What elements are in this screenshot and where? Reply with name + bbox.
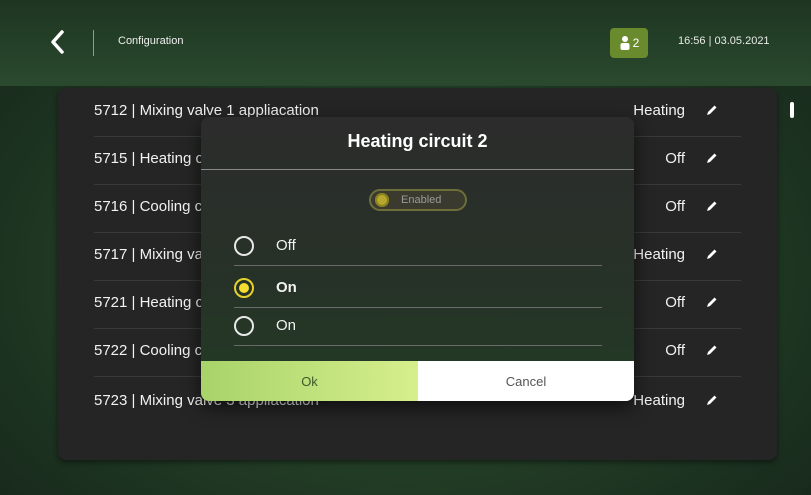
- edit-pencil-icon[interactable]: [705, 103, 719, 117]
- dialog-divider: [201, 169, 634, 170]
- list-item-value: Heating: [633, 392, 685, 409]
- edit-pencil-icon[interactable]: [705, 393, 719, 407]
- option-label: On: [276, 279, 297, 296]
- list-item-value: Off: [665, 342, 685, 359]
- page-title: Configuration: [118, 35, 184, 47]
- radio-button[interactable]: [234, 236, 254, 256]
- list-item-value: Off: [665, 198, 685, 215]
- edit-pencil-icon[interactable]: [705, 199, 719, 213]
- enabled-indicator-icon: [375, 193, 389, 207]
- radio-button-selected[interactable]: [234, 278, 254, 298]
- datetime-display: 16:56 | 03.05.2021: [678, 35, 770, 47]
- scrollbar-thumb[interactable]: [790, 102, 794, 118]
- option-on-selected[interactable]: On: [234, 271, 602, 308]
- user-icon: [620, 36, 630, 50]
- option-off[interactable]: Off: [234, 229, 602, 266]
- back-button[interactable]: [40, 24, 76, 60]
- back-arrow-icon: [51, 30, 64, 54]
- user-count: 2: [632, 36, 640, 50]
- heating-circuit-dialog: Heating circuit 2 Enabled Off On On Ok C…: [201, 117, 634, 401]
- enabled-label: Enabled: [401, 194, 442, 206]
- radio-button[interactable]: [234, 316, 254, 336]
- edit-pencil-icon[interactable]: [705, 343, 719, 357]
- cancel-button[interactable]: Cancel: [418, 361, 634, 401]
- option-on[interactable]: On: [234, 309, 602, 346]
- list-item-value: Heating: [633, 102, 685, 119]
- enabled-toggle[interactable]: Enabled: [369, 189, 467, 211]
- list-item-value: Heating: [633, 246, 685, 263]
- option-label: On: [276, 317, 297, 334]
- ok-button[interactable]: Ok: [201, 361, 418, 401]
- edit-pencil-icon[interactable]: [705, 295, 719, 309]
- list-item-value: Off: [665, 294, 685, 311]
- header-divider: [93, 30, 94, 56]
- dialog-title: Heating circuit 2: [347, 131, 488, 151]
- edit-pencil-icon[interactable]: [705, 151, 719, 165]
- top-bar: Configuration 2 16:56 | 03.05.2021: [0, 0, 811, 86]
- option-label: Off: [276, 237, 296, 254]
- user-count-button[interactable]: 2: [610, 28, 648, 58]
- list-item-value: Off: [665, 150, 685, 167]
- edit-pencil-icon[interactable]: [705, 247, 719, 261]
